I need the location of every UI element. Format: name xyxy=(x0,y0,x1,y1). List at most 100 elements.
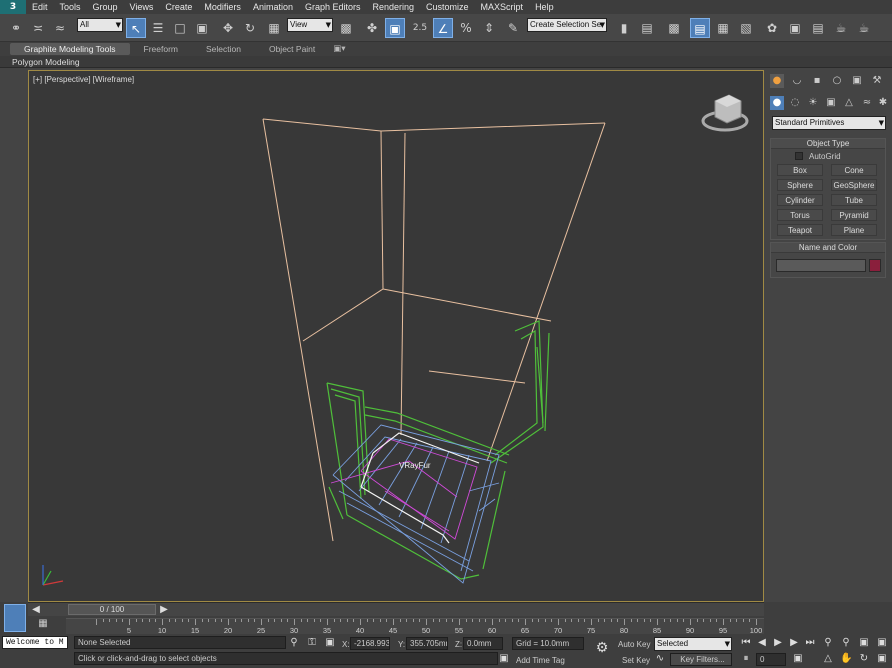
selection-filter-dropdown[interactable]: All ▼ xyxy=(77,18,123,32)
x-coordinate-field[interactable]: -2168.993r xyxy=(350,637,390,650)
zoom-extents-icon[interactable]: ▣ xyxy=(858,637,870,649)
time-slider-track[interactable]: ◀ 0 / 100 ▶ xyxy=(28,602,764,616)
sphere-button[interactable]: Sphere xyxy=(777,179,823,191)
pyramid-button[interactable]: Pyramid xyxy=(831,209,877,221)
menu-help[interactable]: Help xyxy=(529,2,560,12)
box-button[interactable]: Box xyxy=(777,164,823,176)
percent-snap-icon[interactable]: % xyxy=(456,18,476,38)
name-and-color-header[interactable]: Name and Color xyxy=(771,243,885,253)
bind-spacewarp-icon[interactable]: ≈ xyxy=(50,18,70,38)
cylinder-button[interactable]: Cylinder xyxy=(777,194,823,206)
schematic-view-icon[interactable]: ▧ xyxy=(736,18,756,38)
mini-curve-editor-icon[interactable]: ▦ xyxy=(34,618,52,632)
menu-edit[interactable]: Edit xyxy=(26,2,54,12)
zoom-extents-all-icon[interactable]: ▣ xyxy=(876,637,888,649)
key-selection-dropdown[interactable]: Selected ▼ xyxy=(654,637,732,651)
motion-tab-icon[interactable]: ○ xyxy=(830,74,844,88)
spinner-snap-icon[interactable]: ⇕ xyxy=(479,18,499,38)
render-setup-icon[interactable]: ▣ xyxy=(785,18,805,38)
select-by-name-icon[interactable]: ☰ xyxy=(148,18,168,38)
next-frame-icon[interactable]: ▶ xyxy=(788,637,800,649)
pan-icon[interactable]: ✋ xyxy=(840,653,852,665)
time-slider[interactable]: 0 / 100 xyxy=(68,604,156,615)
helpers-category-icon[interactable]: △ xyxy=(842,96,856,110)
render-iterative-icon[interactable]: ☕ xyxy=(854,18,874,38)
unlink-icon[interactable]: ≍ xyxy=(28,18,48,38)
plane-button[interactable]: Plane xyxy=(831,224,877,236)
object-type-header[interactable]: Object Type xyxy=(771,139,885,149)
teapot-button[interactable]: Teapot xyxy=(777,224,823,236)
tube-button[interactable]: Tube xyxy=(831,194,877,206)
utilities-tab-icon[interactable]: ⚒ xyxy=(870,74,884,88)
autogrid-checkbox[interactable] xyxy=(795,152,803,160)
link-icon[interactable]: ⚭ xyxy=(6,18,26,38)
y-coordinate-field[interactable]: 355.705mm xyxy=(406,637,448,650)
current-frame-field[interactable]: 0 xyxy=(756,653,786,666)
slider-right-arrow-icon[interactable]: ▶ xyxy=(158,604,170,616)
menu-group[interactable]: Group xyxy=(87,2,124,12)
selection-lock-icon[interactable]: ⚿ xyxy=(306,637,318,649)
menu-tools[interactable]: Tools xyxy=(54,2,87,12)
add-time-tag-button[interactable]: Add Time Tag xyxy=(516,656,565,665)
named-selection-dropdown[interactable]: Create Selection Se ▼ xyxy=(527,18,607,32)
go-to-start-icon[interactable]: ⏮ xyxy=(740,637,752,649)
go-to-end-icon[interactable]: ⏭ xyxy=(804,637,816,649)
app-logo[interactable]: 3 xyxy=(0,0,26,14)
material-editor-icon[interactable]: ✿ xyxy=(762,18,782,38)
tab-object-paint[interactable]: Object Paint xyxy=(255,43,329,55)
tab-selection[interactable]: Selection xyxy=(192,43,255,55)
set-key-button[interactable]: Set Key xyxy=(622,656,650,665)
absolute-mode-icon[interactable]: ▣ xyxy=(324,637,336,649)
menu-modifiers[interactable]: Modifiers xyxy=(198,2,247,12)
scale-icon[interactable]: ▦ xyxy=(264,18,284,38)
isolate-selection-icon[interactable]: ⚲ xyxy=(288,637,300,649)
reference-coordinate-dropdown[interactable]: View ▼ xyxy=(287,18,333,32)
torus-button[interactable]: Torus xyxy=(777,209,823,221)
vrayfur-object-label[interactable]: VRayFur xyxy=(399,461,431,470)
z-coordinate-field[interactable]: 0.0mm xyxy=(463,637,503,650)
auto-key-button[interactable]: Auto Key xyxy=(618,640,650,649)
select-object-icon[interactable]: ↖ xyxy=(126,18,146,38)
shapes-category-icon[interactable]: ◌ xyxy=(788,96,802,110)
menu-views[interactable]: Views xyxy=(124,2,160,12)
object-color-swatch[interactable] xyxy=(869,259,881,272)
curve-editor-icon[interactable]: ▦ xyxy=(713,18,733,38)
maximize-viewport-icon[interactable]: ▣ xyxy=(876,653,888,665)
mirror-icon[interactable]: ▮ xyxy=(614,18,634,38)
key-mode-icon[interactable]: ⏸ xyxy=(740,653,752,665)
tab-graphite-modeling-tools[interactable]: Graphite Modeling Tools xyxy=(10,43,130,55)
systems-category-icon[interactable]: ✱ xyxy=(876,96,890,110)
zoom-all-icon[interactable]: ⚲ xyxy=(840,637,852,649)
window-crossing-icon[interactable]: ▣ xyxy=(192,18,212,38)
rotate-icon[interactable]: ↻ xyxy=(240,18,260,38)
render-production-icon[interactable]: ☕ xyxy=(831,18,851,38)
key-filters-button[interactable]: Key Filters... xyxy=(670,653,732,666)
layer-manager-icon[interactable]: ▩ xyxy=(664,18,684,38)
menu-graph-editors[interactable]: Graph Editors xyxy=(299,2,367,12)
menu-customize[interactable]: Customize xyxy=(420,2,475,12)
menu-rendering[interactable]: Rendering xyxy=(367,2,421,12)
slider-left-arrow-icon[interactable]: ◀ xyxy=(30,604,42,616)
geometry-category-icon[interactable]: ● xyxy=(770,96,784,110)
lights-category-icon[interactable]: ☀ xyxy=(806,96,820,110)
timeline-ruler[interactable]: 5 10 15 20 25 30 35 40 45 50 55 60 65 70 75 80 85 90 95 100 xyxy=(66,618,764,635)
rendered-frame-window-icon[interactable]: ▤ xyxy=(808,18,828,38)
align-icon[interactable]: ▤ xyxy=(637,18,657,38)
zoom-icon[interactable]: ⚲ xyxy=(822,637,834,649)
menu-maxscript[interactable]: MAXScript xyxy=(475,2,530,12)
polygon-modeling-label[interactable]: Polygon Modeling xyxy=(12,57,80,67)
previous-frame-icon[interactable]: ◀ xyxy=(756,637,768,649)
default-tangents-icon[interactable]: ∿ xyxy=(654,653,666,665)
geosphere-button[interactable]: GeoSphere xyxy=(831,179,877,191)
select-manipulate-icon[interactable]: ✤ xyxy=(362,18,382,38)
cone-button[interactable]: Cone xyxy=(831,164,877,176)
maxscript-listener[interactable]: Welcome to M xyxy=(2,636,68,649)
play-icon[interactable]: ▶ xyxy=(772,637,784,649)
viewcube-icon[interactable] xyxy=(701,94,749,132)
create-tab-icon[interactable]: ● xyxy=(770,74,784,88)
set-key-icon[interactable]: ⚙ xyxy=(592,641,612,655)
hierarchy-tab-icon[interactable]: ▪ xyxy=(810,74,824,88)
time-tag-icon[interactable]: ▣ xyxy=(498,653,510,665)
spacewarps-category-icon[interactable]: ≈ xyxy=(860,96,874,110)
menu-animation[interactable]: Animation xyxy=(247,2,299,12)
